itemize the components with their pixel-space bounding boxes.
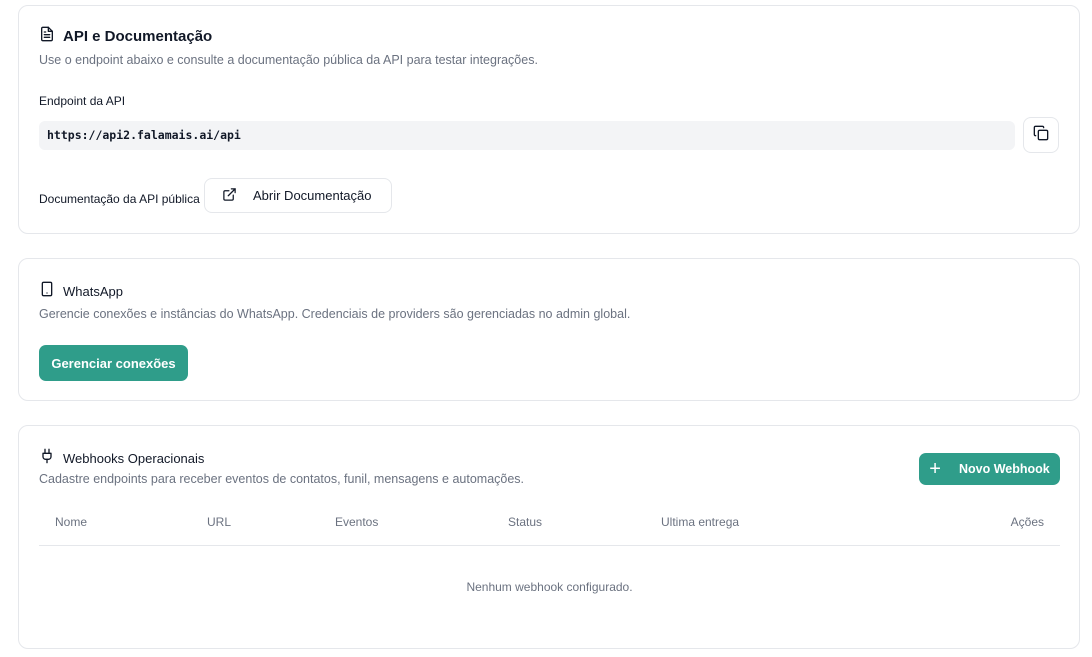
plus-icon: +: [929, 458, 941, 480]
empty-state-text: Nenhum webhook configurado.: [466, 580, 633, 594]
copy-endpoint-button[interactable]: [1023, 117, 1059, 153]
whatsapp-header: WhatsApp: [39, 281, 123, 302]
manage-connections-button[interactable]: Gerenciar conexões: [39, 345, 188, 381]
webhooks-table-header: Nome URL Eventos Status Ultima entrega A…: [39, 515, 1060, 545]
new-webhook-button[interactable]: + Novo Webhook: [919, 453, 1060, 485]
docs-label: Documentação da API pública: [39, 192, 200, 206]
api-docs-card: API e Documentação Use o endpoint abaixo…: [18, 5, 1080, 234]
open-docs-button[interactable]: Abrir Documentação: [204, 178, 392, 213]
whatsapp-title: WhatsApp: [63, 284, 123, 299]
open-docs-label: Abrir Documentação: [253, 188, 372, 203]
whatsapp-description: Gerencie conexões e instâncias do WhatsA…: [39, 307, 631, 321]
webhooks-title: Webhooks Operacionais: [63, 451, 205, 466]
column-header-eventos: Eventos: [335, 515, 379, 529]
column-header-nome: Nome: [55, 515, 88, 529]
column-header-acoes: Ações: [1010, 515, 1044, 529]
webhooks-card: Webhooks Operacionais Cadastre endpoints…: [18, 425, 1080, 649]
webhooks-header: Webhooks Operacionais: [39, 448, 204, 469]
table-divider: [39, 545, 1060, 546]
document-icon: [39, 26, 55, 47]
whatsapp-card: WhatsApp Gerencie conexões e instâncias …: [18, 258, 1080, 401]
endpoint-label: Endpoint da API: [39, 94, 126, 108]
external-link-icon: [222, 187, 237, 205]
plug-icon: [39, 448, 55, 469]
column-header-status: Status: [508, 515, 543, 529]
endpoint-value[interactable]: https://api2.falamais.ai/api: [39, 121, 1015, 150]
new-webhook-label: Novo Webhook: [958, 462, 1050, 476]
column-header-url: URL: [207, 515, 232, 529]
webhooks-description: Cadastre endpoints para receber eventos …: [39, 472, 525, 486]
copy-icon: [1033, 125, 1049, 146]
api-docs-description: Use o endpoint abaixo e consulte a docum…: [39, 53, 538, 67]
column-header-ultima-entrega: Ultima entrega: [661, 515, 740, 529]
api-docs-header: API e Documentação: [39, 26, 212, 47]
api-docs-title: API e Documentação: [63, 28, 213, 45]
smartphone-icon: [39, 281, 55, 302]
